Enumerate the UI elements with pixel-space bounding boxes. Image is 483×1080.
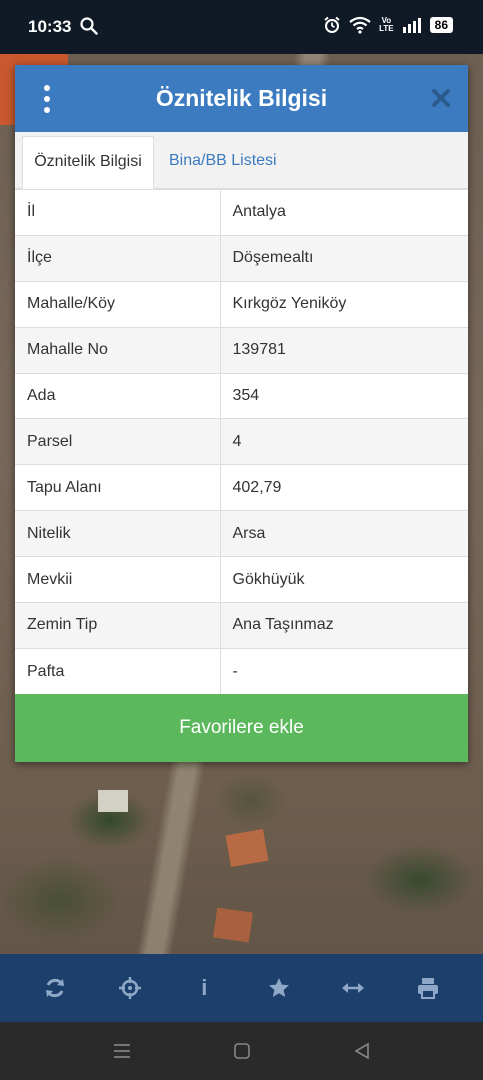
- info-icon[interactable]: i: [182, 966, 226, 1010]
- alarm-icon: [324, 16, 340, 33]
- dialog-header: Öznitelik Bilgisi: [15, 65, 468, 132]
- battery-indicator: 86: [429, 17, 453, 33]
- row-key: Zemin Tip: [15, 602, 221, 649]
- row-value: Kırkgöz Yeniköy: [220, 280, 468, 328]
- table-row: Parsel 4: [15, 418, 468, 465]
- row-value: 402,79: [220, 464, 468, 511]
- volte-indicator: Vo LTE: [379, 16, 394, 33]
- row-key: İlçe: [15, 234, 221, 282]
- table-row: İl Antalya: [15, 189, 468, 236]
- table-row: Zemin Tip Ana Taşınmaz: [15, 602, 468, 649]
- row-value: Döşemealtı: [220, 234, 468, 282]
- recent-apps-icon[interactable]: [111, 1040, 133, 1062]
- row-value: Arsa: [220, 510, 468, 557]
- status-time: 10:33: [28, 17, 72, 36]
- dialog-title: Öznitelik Bilgisi: [155, 85, 328, 111]
- row-value: -: [220, 647, 468, 695]
- row-key: Pafta: [15, 647, 221, 695]
- map-toolbar: i: [0, 954, 483, 1022]
- table-row: Mevkii Gökhüyük: [15, 556, 468, 603]
- table-row: Ada 354: [15, 372, 468, 419]
- tab-attribute-info[interactable]: Öznitelik Bilgisi: [22, 136, 154, 189]
- more-options-icon[interactable]: [39, 85, 55, 113]
- star-icon[interactable]: [257, 966, 301, 1010]
- tab-building-list[interactable]: Bina/BB Listesi: [157, 136, 289, 189]
- row-key: İl: [15, 189, 221, 236]
- measure-icon[interactable]: [331, 966, 375, 1010]
- table-row: Mahalle/Köy Kırkgöz Yeniköy: [15, 280, 468, 328]
- print-icon[interactable]: [406, 966, 450, 1010]
- row-value: 4: [220, 418, 468, 465]
- status-bar: 10:33 Vo LTE 86: [0, 0, 483, 54]
- table-row: İlçe Döşemealtı: [15, 234, 468, 282]
- row-key: Ada: [15, 372, 221, 419]
- map-building: [98, 790, 128, 812]
- signal-icon: [402, 18, 421, 33]
- crosshair-icon[interactable]: [108, 966, 152, 1010]
- attribute-table: İl Antalya İlçe Döşemealtı Mahalle/Köy Kırk…: [15, 189, 468, 695]
- search-icon: [80, 17, 98, 35]
- dialog-tabs: Öznitelik Bilgisi Bina/BB Listesi: [15, 132, 468, 189]
- row-key: Mahalle No: [15, 326, 221, 374]
- row-value: Gökhüyük: [220, 556, 468, 603]
- table-row: Nitelik Arsa: [15, 510, 468, 557]
- row-value: Antalya: [220, 189, 468, 236]
- map-building: [213, 907, 253, 943]
- add-to-favorites-button[interactable]: Favorilere ekle: [15, 694, 468, 762]
- row-value: 139781: [220, 326, 468, 374]
- table-row: Mahalle No 139781: [15, 326, 468, 374]
- row-key: Mahalle/Köy: [15, 280, 221, 328]
- wifi-icon: [349, 16, 371, 34]
- row-key: Mevkii: [15, 556, 221, 603]
- table-row: Tapu Alanı 402,79: [15, 464, 468, 511]
- row-key: Nitelik: [15, 510, 221, 557]
- map-building: [225, 828, 269, 868]
- table-row: Pafta -: [15, 647, 468, 695]
- row-key: Tapu Alanı: [15, 464, 221, 511]
- system-nav-bar: [0, 1022, 483, 1080]
- refresh-icon[interactable]: [33, 966, 77, 1010]
- home-icon[interactable]: [231, 1040, 253, 1062]
- row-value: 354: [220, 372, 468, 419]
- back-icon[interactable]: [351, 1040, 373, 1062]
- row-key: Parsel: [15, 418, 221, 465]
- close-icon[interactable]: [430, 87, 452, 109]
- attribute-info-dialog: Öznitelik Bilgisi Öznitelik Bilgisi Bina…: [15, 65, 468, 762]
- row-value: Ana Taşınmaz: [220, 602, 468, 649]
